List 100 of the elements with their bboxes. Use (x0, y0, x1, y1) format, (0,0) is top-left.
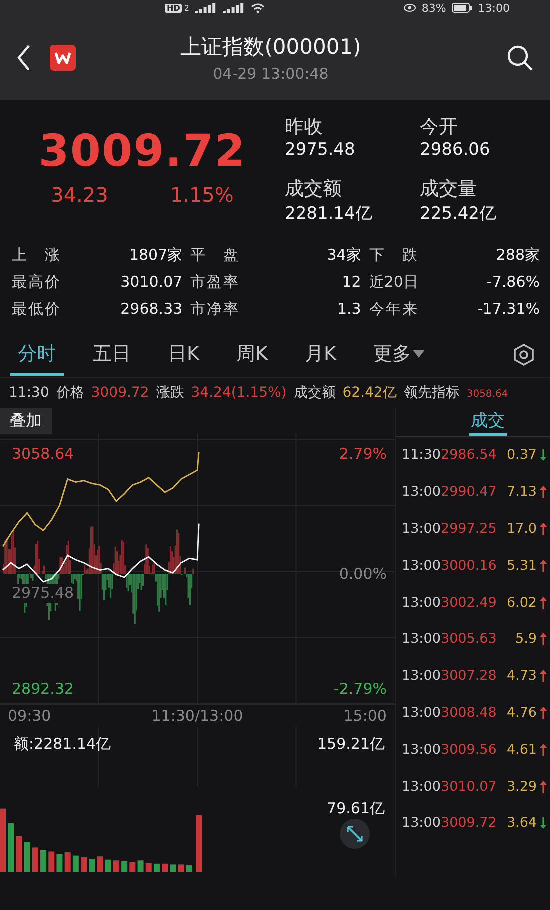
update-time: 04-29 13:00:48 (212, 65, 330, 83)
battery-level: 83% (422, 2, 446, 14)
trade-time: 13:00 (402, 778, 441, 795)
trade-volume: 0.37 (506, 447, 537, 464)
info-text: 涨跌 (156, 384, 184, 402)
quote-label: 成交量 (420, 176, 478, 202)
trade-volume: 4.76 (506, 704, 537, 721)
quote-value: 2281.14亿 (285, 202, 374, 224)
stat-value: 34家 (327, 246, 362, 265)
trade-time: 13:00 (402, 558, 441, 574)
time-axis-label: 15:00 (344, 707, 387, 725)
trade-time: 13:00 (402, 742, 441, 758)
info-text: 34.24(1.15%) (191, 385, 287, 401)
trade-price: 3007.28 (441, 668, 497, 684)
sim-number: 2 (184, 4, 190, 12)
total-amount: 额:2281.14亿 (14, 735, 112, 753)
trade-volume: 5.31 (506, 558, 537, 574)
quote-value: 2986.06 (420, 140, 492, 160)
trade-time: 11:30 (402, 447, 441, 464)
stat-value: -7.86% (486, 273, 540, 292)
trade-volume: 3.64 (506, 815, 537, 832)
trade-price: 2986.54 (441, 447, 497, 464)
trade-time: 13:00 (402, 520, 441, 537)
trade-volume: 17.0 (506, 520, 537, 537)
stat-label: 上 涨 (12, 246, 60, 265)
trade-price: 3009.56 (441, 742, 497, 758)
trade-price: 2997.25 (441, 520, 497, 537)
signal-icon (195, 3, 218, 13)
stat-value: 1807家 (129, 246, 183, 265)
app-logo-icon (50, 45, 76, 71)
stat-label: 平 盘 (190, 246, 239, 265)
stat-value: 288家 (496, 246, 540, 265)
current-price: 3009.72 (38, 126, 246, 177)
chart-tab[interactable]: 更多 (365, 334, 434, 376)
axis-label: 3058.64 (12, 445, 74, 463)
trade-price: 2990.47 (441, 484, 497, 500)
chart-tab[interactable]: 五日 (85, 334, 139, 376)
quote-label: 今开 (420, 115, 459, 140)
info-text: 3058.64 (466, 389, 508, 400)
expand-icon[interactable] (340, 819, 370, 849)
chart-tab[interactable]: 月K (296, 334, 344, 376)
chart-tab[interactable]: 周K (228, 334, 276, 376)
percent-label: 2.79% (339, 445, 387, 463)
quote-value: 2975.48 (285, 140, 356, 160)
trade-volume: 3.29 (506, 778, 537, 795)
stat-label: 最低价 (12, 300, 60, 319)
chart-tab[interactable]: 分时 (10, 334, 64, 376)
time-axis-label: 11:30/13:00 (152, 707, 244, 725)
overlay-button[interactable]: 叠加 (0, 408, 52, 434)
signal-icon (223, 3, 246, 13)
stat-label: 市净率 (190, 300, 239, 319)
stat-label: 最高价 (12, 273, 60, 292)
trade-time: 13:00 (402, 668, 441, 684)
trade-time: 13:00 (402, 704, 441, 721)
trade-price: 3002.49 (441, 594, 497, 611)
stat-value: 3010.07 (120, 273, 183, 292)
change-percent: 1.15% (170, 183, 234, 207)
axis-label: 2975.48 (12, 584, 74, 602)
wifi-icon (251, 3, 266, 13)
trade-time: 13:00 (402, 815, 441, 832)
trade-price: 3010.07 (441, 778, 497, 795)
status-time: 13:00 (478, 2, 510, 14)
settings-icon[interactable] (512, 343, 536, 367)
quote-label: 成交额 (285, 176, 343, 202)
trade-price: 3000.16 (441, 558, 497, 574)
stat-label: 近20日 (369, 273, 418, 292)
page-title: 上证指数(000001) (180, 34, 362, 61)
search-icon[interactable] (506, 44, 534, 72)
stat-label: 市盈率 (190, 273, 239, 292)
eye-icon (404, 3, 416, 13)
quote-label: 昨收 (285, 115, 324, 140)
trade-volume: 6.02 (506, 594, 537, 611)
price-change: 34.23 (51, 183, 108, 207)
trade-volume: 4.73 (506, 668, 537, 684)
trades-tab[interactable]: 成交 (469, 408, 507, 436)
stat-label: 今年来 (369, 300, 418, 319)
battery-icon (452, 3, 472, 13)
trade-price: 3008.48 (441, 704, 497, 721)
axis-label: 79.61亿 (327, 800, 385, 818)
trade-time: 13:00 (402, 594, 441, 611)
trade-time: 13:00 (402, 484, 441, 500)
stat-value: -17.31% (477, 300, 540, 319)
trade-volume: 5.9 (514, 631, 537, 648)
stat-value: 1.3 (337, 300, 362, 319)
stat-value: 2968.33 (120, 300, 183, 319)
trade-volume: 4.61 (506, 742, 537, 758)
trade-volume: 7.13 (506, 484, 537, 500)
info-text: 成交额 (294, 384, 336, 402)
percent-label: -2.79% (334, 680, 387, 698)
info-text: 11:30 (9, 385, 50, 401)
axis-label: 159.21亿 (318, 735, 385, 753)
trade-time: 13:00 (402, 631, 441, 648)
back-icon[interactable] (16, 44, 32, 72)
chart-tab[interactable]: 日K (160, 334, 208, 376)
hd-badge: HD (165, 4, 182, 12)
info-text: 领先指标 (404, 384, 460, 402)
trade-price: 3009.72 (441, 815, 497, 832)
stat-value: 12 (342, 273, 362, 292)
info-text: 3009.72 (91, 385, 150, 401)
percent-label: 0.00% (339, 565, 387, 583)
